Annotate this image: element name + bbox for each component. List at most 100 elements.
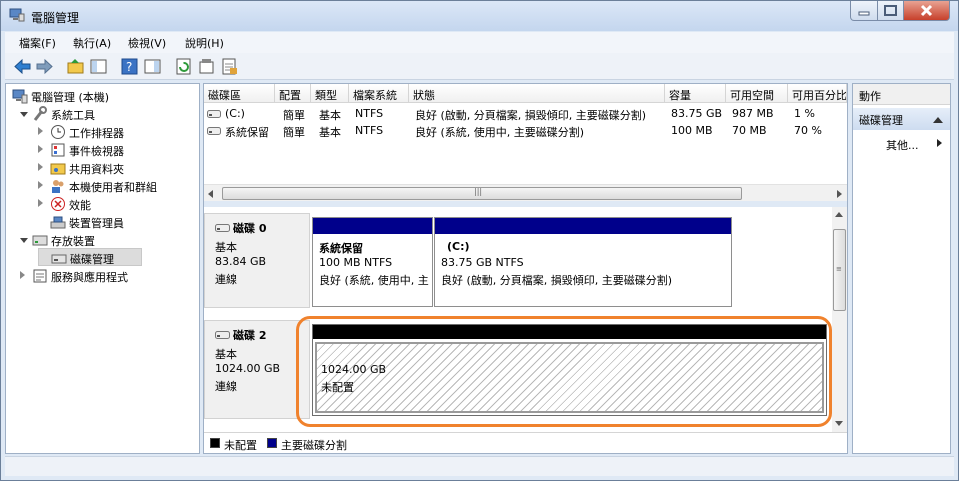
event-viewer-icon — [51, 143, 65, 157]
volume-status: 良好 (系統, 使用中, 主要磁碟分割) — [415, 126, 585, 139]
volume-list-header: 磁碟區 配置 類型 檔案系統 狀態 容量 可用空間 可用百分比 — [204, 84, 847, 103]
column-header-free-percent[interactable]: 可用百分比 — [788, 84, 847, 103]
maximize-button[interactable] — [877, 1, 904, 21]
scrollbar-grip-icon: ≡ — [836, 265, 842, 273]
collapse-up-icon[interactable] — [933, 117, 943, 123]
volume-list-horizontal-scrollbar[interactable]: ||| — [204, 184, 847, 201]
disk-size: 1024.00 GB — [215, 362, 281, 375]
expanded-chevron-icon[interactable] — [20, 112, 28, 117]
more-actions-link[interactable]: 其他... — [886, 137, 919, 153]
volume-row[interactable]: 系統保留 簡單 基本 NTFS 良好 (系統, 使用中, 主要磁碟分割) 100… — [204, 122, 847, 139]
export-icon[interactable] — [220, 57, 239, 76]
partition-size-fs: 100 MB NTFS — [319, 256, 393, 269]
tree-item-label: 系統工具 — [51, 109, 95, 122]
partition-status: 良好 (系統, 使用中, 主要磁碟分割) — [319, 274, 429, 287]
up-folder-icon[interactable] — [66, 57, 85, 76]
maximize-icon — [884, 5, 897, 16]
actions-title: 動作 — [853, 84, 950, 105]
tree-item-label: 本機使用者和群組 — [69, 181, 157, 194]
shared-folder-icon — [50, 163, 66, 175]
partition-name: (C:) — [447, 240, 470, 253]
submenu-arrow-icon[interactable] — [937, 139, 942, 147]
menu-view[interactable]: 檢視(V) — [128, 35, 166, 51]
tree-item-label: 服務與應用程式 — [51, 271, 128, 284]
minimize-button[interactable] — [850, 1, 878, 21]
actions-section-disk-management[interactable]: 磁碟管理 — [853, 108, 950, 130]
disk-type: 基本 — [215, 348, 237, 361]
column-header-free-space[interactable]: 可用空間 — [726, 84, 788, 103]
properties-view-icon[interactable] — [143, 57, 162, 76]
collapsed-chevron-icon[interactable] — [38, 163, 43, 171]
close-button[interactable] — [903, 1, 950, 21]
window-title: 電腦管理 — [31, 11, 80, 25]
disk-icon — [215, 331, 230, 339]
disk-view-vertical-scrollbar[interactable]: ≡ — [832, 207, 847, 432]
collapsed-chevron-icon[interactable] — [38, 127, 43, 135]
help-icon[interactable]: ? — [120, 57, 139, 76]
minimize-icon — [858, 11, 870, 16]
disk-size: 83.84 GB — [215, 255, 267, 268]
tree-item-disk-management[interactable]: 磁碟管理 — [38, 248, 142, 266]
partition-c-drive[interactable]: (C:) 83.75 GB NTFS 良好 (啟動, 分頁檔案, 損毀傾印, 主… — [434, 217, 732, 307]
disk-type: 基本 — [215, 241, 237, 254]
collapsed-chevron-icon[interactable] — [38, 181, 43, 189]
column-header-layout[interactable]: 配置 — [275, 84, 311, 103]
volume-layout: 簡單 — [283, 126, 305, 139]
tree-item-label: 共用資料夾 — [69, 163, 124, 176]
expanded-chevron-icon[interactable] — [20, 238, 28, 243]
volume-type: 基本 — [319, 109, 341, 122]
collapsed-chevron-icon[interactable] — [38, 199, 43, 207]
volume-free-percent: 70 % — [794, 124, 822, 137]
scroll-right-icon[interactable] — [837, 190, 842, 198]
users-icon — [52, 180, 64, 193]
clock-icon — [51, 125, 65, 139]
menu-file[interactable]: 檔案(F) — [19, 35, 56, 51]
legend-label-primary: 主要磁碟分割 — [281, 439, 347, 452]
column-header-status[interactable]: 狀態 — [409, 84, 665, 103]
annotation-highlight — [296, 316, 832, 427]
tree-item-label: 裝置管理員 — [69, 217, 124, 230]
disk-2-label[interactable]: 磁碟 2 基本 1024.00 GB 連線 — [204, 320, 310, 419]
primary-partition-bar — [313, 218, 432, 234]
volume-name: 系統保留 — [225, 126, 269, 139]
volume-free-percent: 1 % — [794, 107, 815, 120]
show-hide-tree-icon[interactable] — [89, 57, 108, 76]
computer-management-icon — [12, 89, 28, 104]
collapsed-chevron-icon[interactable] — [38, 145, 43, 153]
menu-help[interactable]: 說明(H) — [185, 35, 224, 51]
volume-row[interactable]: (C:) 簡單 基本 NTFS 良好 (啟動, 分頁檔案, 損毀傾印, 主要磁碟… — [204, 105, 847, 122]
properties-icon[interactable] — [197, 57, 216, 76]
legend-swatch-unallocated — [210, 438, 220, 448]
column-header-volume[interactable]: 磁碟區 — [204, 84, 275, 103]
forward-arrow-icon[interactable] — [35, 57, 54, 76]
tree-item-label: 磁碟管理 — [70, 253, 114, 266]
column-header-type[interactable]: 類型 — [311, 84, 349, 103]
column-header-capacity[interactable]: 容量 — [665, 84, 726, 103]
tree-item-label: 事件檢視器 — [69, 145, 124, 158]
refresh-icon[interactable] — [174, 57, 193, 76]
tree-item-label: 存放裝置 — [51, 235, 95, 248]
volume-name: (C:) — [225, 107, 245, 120]
svg-text:?: ? — [126, 60, 132, 74]
navigation-tree: 電腦管理 (本機) 系統工具 工作排程器 事件檢視器 共用資料夾 本機使用者和群… — [5, 83, 200, 454]
volume-type: 基本 — [319, 126, 341, 139]
volume-free-space: 987 MB — [732, 107, 774, 120]
volume-filesystem: NTFS — [355, 124, 384, 137]
device-manager-icon — [50, 216, 66, 229]
back-arrow-icon[interactable] — [13, 57, 32, 76]
disk-0-label[interactable]: 磁碟 0 基本 83.84 GB 連線 — [204, 213, 310, 308]
column-header-filesystem[interactable]: 檔案系統 — [349, 84, 409, 103]
storage-icon — [32, 235, 48, 246]
disk-name: 磁碟 0 — [233, 222, 267, 235]
disk-status: 連線 — [215, 380, 237, 393]
partition-system-reserved[interactable]: 系統保留 100 MB NTFS 良好 (系統, 使用中, 主要磁碟分割) — [312, 217, 433, 307]
scroll-left-icon[interactable] — [208, 190, 213, 198]
legend-label-unallocated: 未配置 — [224, 439, 257, 452]
disk-status: 連線 — [215, 273, 237, 286]
scrollbar-grip-icon: ||| — [474, 187, 483, 196]
scroll-up-icon[interactable] — [835, 212, 843, 217]
drive-icon — [207, 127, 221, 135]
scroll-down-icon[interactable] — [835, 421, 843, 426]
collapsed-chevron-icon[interactable] — [20, 271, 25, 279]
menu-action[interactable]: 執行(A) — [73, 35, 111, 51]
